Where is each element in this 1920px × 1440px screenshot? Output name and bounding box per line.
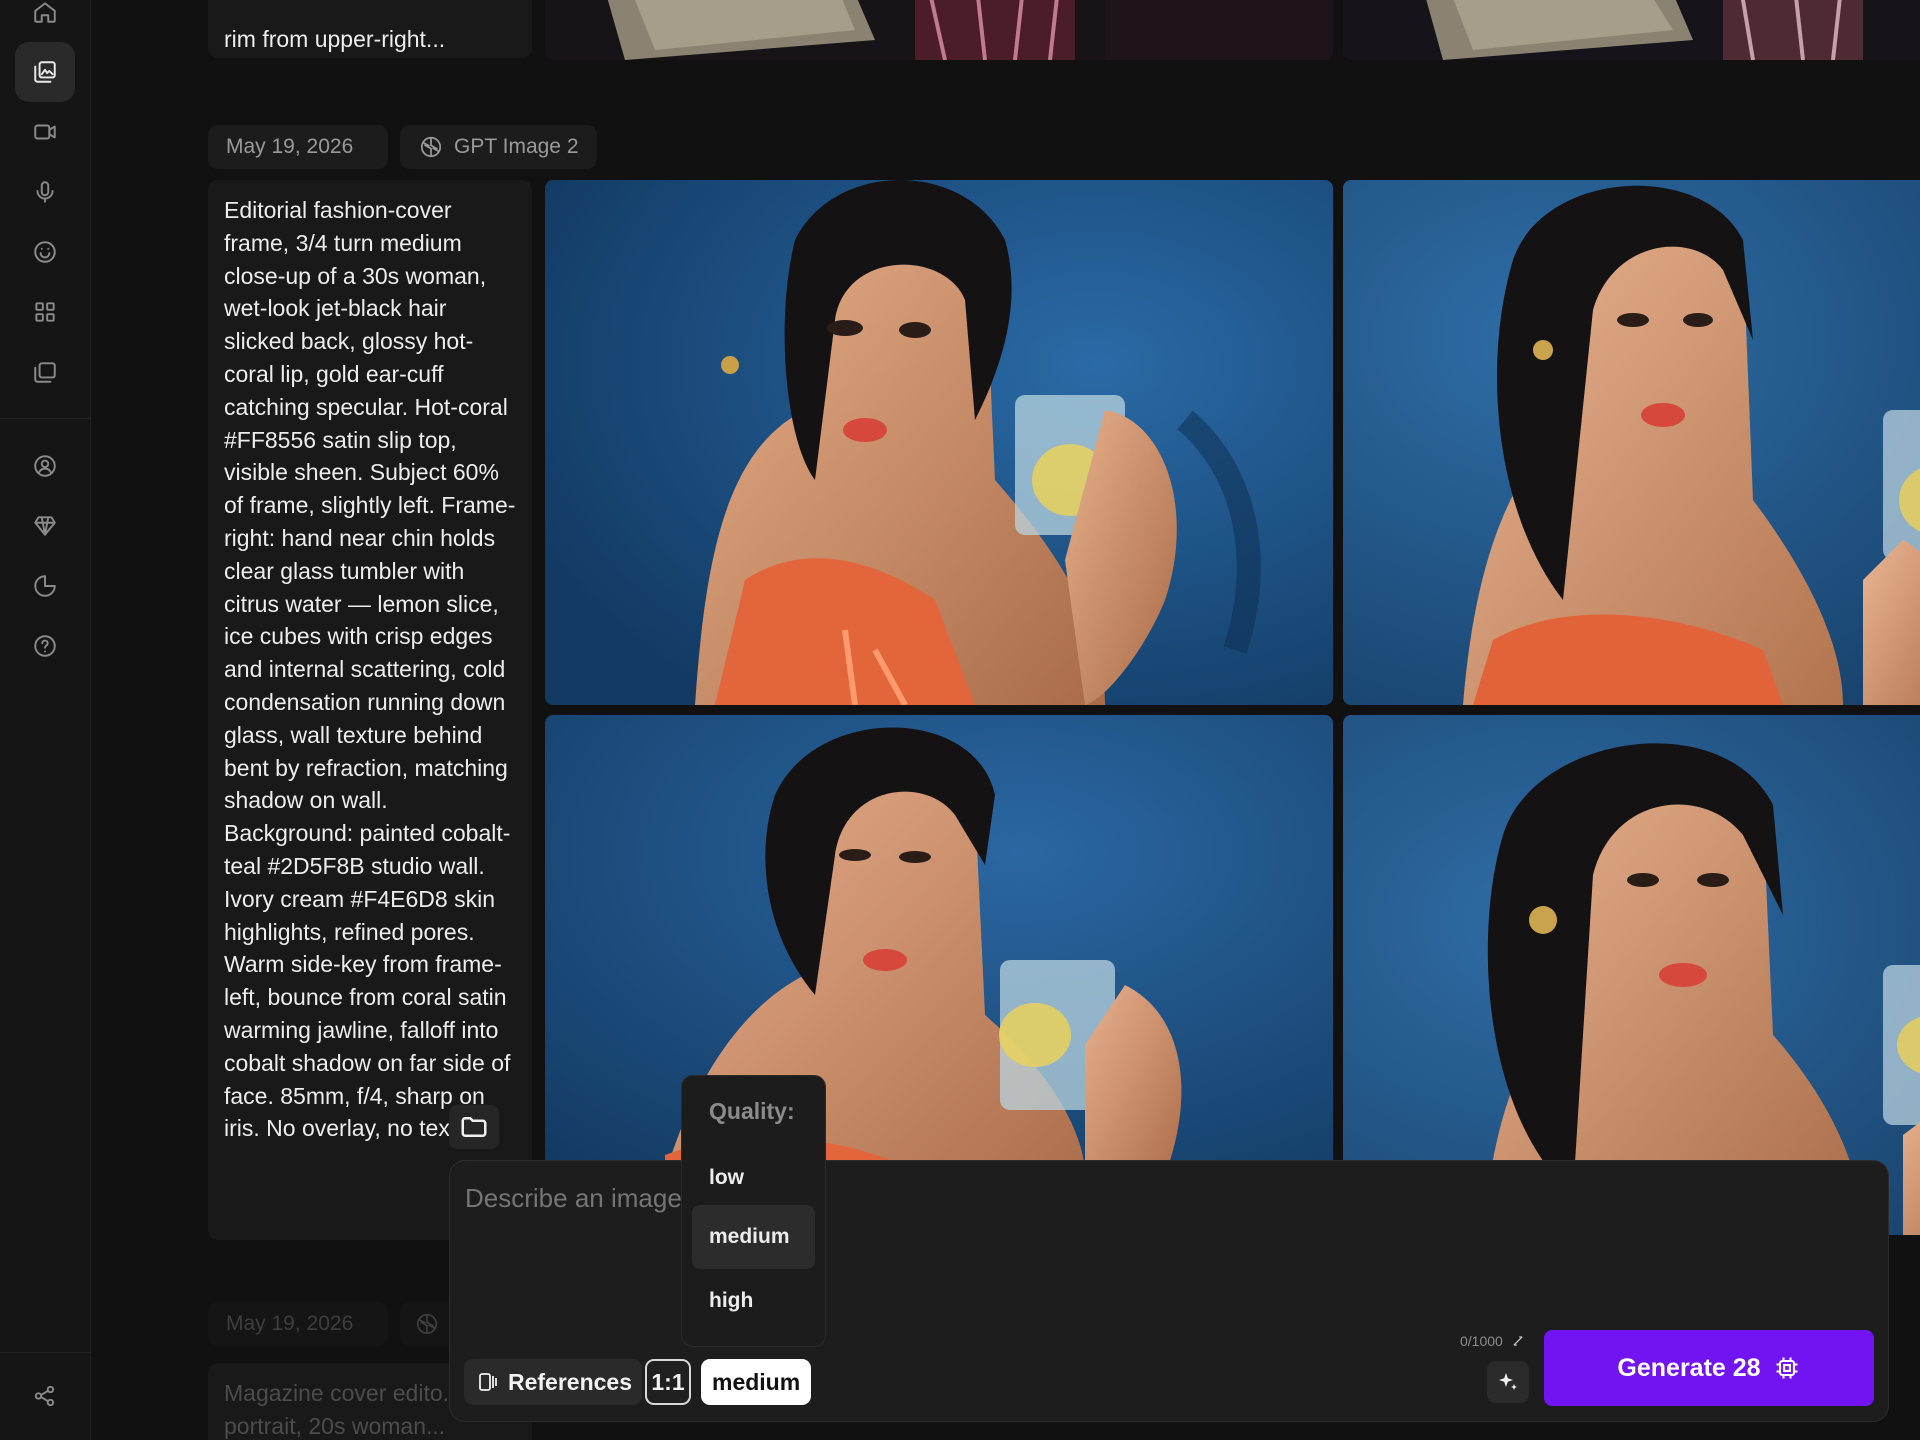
user-icon[interactable]	[15, 436, 75, 496]
usage-pie-icon[interactable]	[15, 556, 75, 616]
collections-icon[interactable]	[15, 342, 75, 402]
previous-prompt-card: rim from upper-right...	[208, 0, 532, 58]
diamond-icon[interactable]	[15, 496, 75, 556]
home-icon[interactable]	[15, 0, 75, 42]
aspect-ratio-button[interactable]: 1:1	[645, 1359, 691, 1405]
quality-label: medium	[712, 1368, 801, 1395]
quality-dropdown: Quality: low medium high	[681, 1075, 826, 1347]
date-chip: May 19, 2026	[208, 1302, 388, 1346]
expand-icon[interactable]	[1511, 1334, 1525, 1348]
generate-button[interactable]: Generate 28	[1544, 1330, 1874, 1406]
generated-image-3[interactable]	[545, 715, 1333, 1175]
sparkle-icon	[1499, 1373, 1517, 1390]
help-icon[interactable]	[15, 616, 75, 676]
folder-icon	[461, 1117, 487, 1137]
smiley-icon[interactable]	[15, 222, 75, 282]
enhance-prompt-button[interactable]	[1487, 1361, 1529, 1403]
date-label: May 19, 2026	[226, 1312, 354, 1335]
quality-option-high[interactable]: high	[692, 1269, 815, 1333]
generated-image-2[interactable]	[1343, 180, 1920, 705]
quality-option-medium[interactable]: medium	[692, 1205, 815, 1269]
previous-prompt-text: rim from upper-right...	[224, 26, 446, 53]
previous-image-tile[interactable]	[1343, 0, 1920, 60]
chip-credits-icon	[1776, 1357, 1798, 1379]
character-count: 0/1000	[1460, 1333, 1503, 1349]
apps-grid-icon[interactable]	[15, 282, 75, 342]
date-label: May 19, 2026	[226, 135, 354, 158]
prompt-text: Editorial fashion-cover frame, 3/4 turn …	[224, 197, 516, 1142]
quality-dropdown-title: Quality:	[709, 1098, 795, 1124]
folder-button[interactable]	[449, 1105, 499, 1149]
generate-label: Generate 28	[1617, 1353, 1761, 1382]
quality-button[interactable]: medium	[701, 1359, 812, 1405]
quality-option-low[interactable]: low	[692, 1146, 815, 1210]
references-button[interactable]: References	[464, 1359, 643, 1405]
references-label: References	[508, 1368, 633, 1395]
prompt-composer: References 1:1 medium 0/1000 Generate 28	[449, 1160, 1889, 1422]
video-icon[interactable]	[15, 102, 75, 162]
character-counter: 0/1000	[1460, 1333, 1525, 1349]
sidebar-divider	[0, 1352, 90, 1353]
sidebar-divider	[0, 418, 90, 419]
date-chip: May 19, 2026	[208, 125, 388, 169]
openai-logo-icon	[420, 136, 442, 158]
openai-logo-icon	[416, 1313, 438, 1335]
model-chip	[400, 1302, 456, 1346]
generated-image-1[interactable]	[545, 180, 1333, 705]
references-icon	[479, 1373, 497, 1391]
share-icon[interactable]	[15, 1366, 75, 1426]
generated-image-4[interactable]	[1343, 715, 1920, 1235]
previous-image-tile[interactable]	[545, 0, 1333, 60]
microphone-icon[interactable]	[15, 162, 75, 222]
model-label: GPT Image 2	[454, 135, 579, 158]
aspect-ratio-label: 1:1	[651, 1368, 685, 1395]
model-chip: GPT Image 2	[400, 125, 597, 169]
prompt-card: Editorial fashion-cover frame, 3/4 turn …	[208, 180, 532, 1240]
sidebar	[0, 0, 91, 1440]
images-icon[interactable]	[15, 42, 75, 102]
